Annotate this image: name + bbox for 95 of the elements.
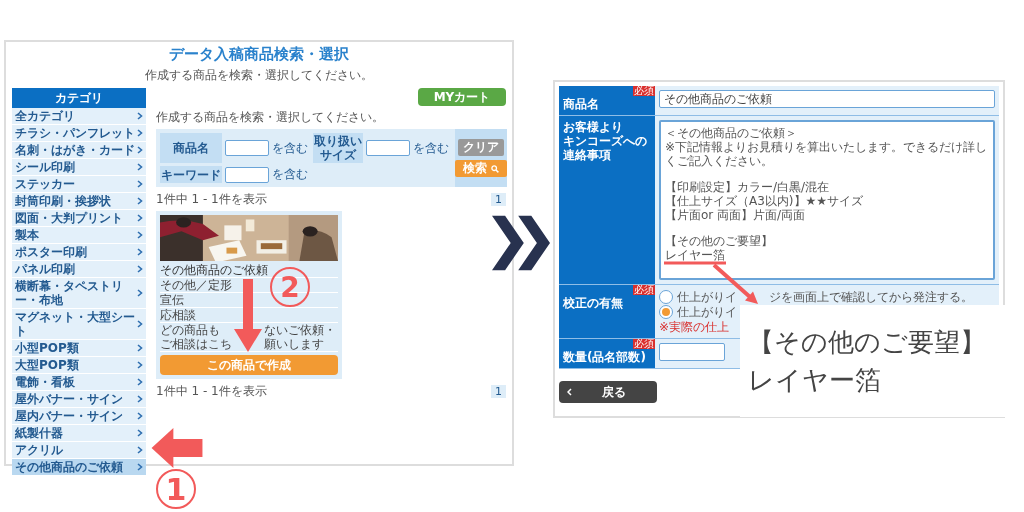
chevron-icon — [137, 248, 143, 256]
required-badge: 必須 — [633, 285, 655, 295]
label-text: 連絡事項 — [563, 148, 612, 162]
sidebar-item[interactable]: シール印刷 — [12, 159, 146, 176]
chevron-icon — [137, 265, 143, 273]
description-text: ないご依頼・ — [264, 323, 337, 337]
input-field[interactable] — [366, 140, 410, 156]
chevron-icon — [137, 214, 143, 222]
label-text: 商品名 — [563, 97, 600, 111]
result-count: 1件中 1 - 1件を表示 — [156, 191, 267, 208]
sidebar-item[interactable]: マグネット・大型シート — [12, 309, 146, 340]
sidebar-item[interactable]: その他商品のご依頼 — [12, 459, 146, 476]
radio-label: 仕上がりイ — [677, 290, 737, 304]
chevron-icon — [137, 112, 143, 120]
field-suffix: を含む — [272, 139, 309, 157]
sidebar-item[interactable]: アクリル — [12, 442, 146, 459]
chevron-icon — [137, 180, 143, 188]
description-text: どの商品も — [160, 323, 221, 337]
chevron-icon — [137, 344, 143, 352]
chevron-icon — [137, 446, 143, 454]
sidebar-item[interactable]: 紙製什器 — [12, 425, 146, 442]
label-text: お客様より — [563, 120, 624, 134]
sidebar-item[interactable]: 全カテゴリ — [12, 108, 146, 125]
chevron-icon — [137, 163, 143, 171]
sidebar-item[interactable]: ポスター印刷 — [12, 244, 146, 261]
label-text: 校正の有無 — [563, 296, 624, 310]
chevron-icon — [137, 412, 143, 420]
input-field[interactable]: その他商品のご依頼 — [659, 90, 995, 108]
radio-button[interactable] — [659, 290, 673, 304]
input-field[interactable] — [225, 140, 269, 156]
chevron-icon — [137, 463, 143, 471]
callout-text: レイヤー箔 — [748, 364, 882, 397]
sidebar-item[interactable]: 屋内バナー・サイン — [12, 408, 146, 425]
field-label: 商品名 — [160, 133, 222, 163]
message-line: 【仕上サイズ（A3以内)】★★サイズ — [665, 194, 865, 208]
chevron-icon — [137, 289, 143, 297]
label-text: 数量(品名部数) — [563, 350, 647, 364]
sidebar-item[interactable]: 封筒印刷・挨拶状 — [12, 193, 146, 210]
field-suffix: を含む — [413, 139, 450, 157]
chevron-icon — [137, 129, 143, 137]
down-arrow-icon — [234, 279, 262, 353]
sidebar-item[interactable]: 横断幕・タペストリー・布地 — [12, 278, 146, 309]
radio-label: ジを画面上で確認してから発注する。 — [769, 290, 973, 304]
sidebar-item[interactable]: ステッカー — [12, 176, 146, 193]
callout-text: 【その他のご要望】 — [748, 326, 987, 359]
sidebar-header: カテゴリ — [12, 88, 146, 108]
message-field[interactable]: ＜その他商品のご依頼＞ ※下記情報よりお見積りを算出いたします。できるだけ詳しくご記入ください。 【印刷設定】カラー/白黒/混在 【仕上サイズ（A3以内)】★★サイズ 【片面or 両面】片面/両面 【その他のご要望】 レイヤー箔 — [659, 120, 995, 280]
double-chevron-icon — [492, 214, 550, 272]
sidebar-item[interactable]: 屋外バナー・サイン — [12, 391, 146, 408]
label-text: キンコーズへの — [563, 134, 648, 148]
page-subtitle: 作成する商品を検索・選択してください。 — [145, 67, 373, 84]
message-line: ※下記情報よりお見積りを算出いたします。できるだけ詳しくご記入ください。 — [665, 140, 989, 168]
left-arrow-icon — [150, 428, 204, 468]
chevron-icon — [137, 429, 143, 437]
sidebar-item[interactable]: 図面・大判プリント — [12, 210, 146, 227]
sidebar-item[interactable]: 電飾・看板 — [12, 374, 146, 391]
required-badge: 必須 — [633, 86, 655, 96]
radio-label: 仕上がりイ — [677, 305, 737, 319]
search-icon — [491, 164, 499, 173]
chevron-icon — [137, 378, 143, 386]
chevron-icon — [137, 197, 143, 205]
sidebar-item[interactable]: パネル印刷 — [12, 261, 146, 278]
description-text: ご相談はこち — [160, 337, 233, 351]
input-field[interactable] — [225, 166, 269, 183]
field-label: 取り扱いサイズ — [313, 133, 363, 163]
message-line: 【その他のご要望】 — [665, 234, 774, 248]
radio-button[interactable] — [659, 305, 673, 319]
sidebar-item[interactable]: 小型POP類 — [12, 340, 146, 357]
message-line: レイヤー箔 — [665, 248, 726, 262]
page-title: データ入稿商品検索・選択 — [169, 45, 349, 64]
message-line: 【印刷設定】カラー/白黒/混在 — [665, 180, 831, 194]
result-count: 1件中 1 - 1件を表示 — [156, 383, 267, 400]
message-line: 【片面or 両面】片面/両面 — [665, 208, 807, 222]
chevron-icon — [137, 361, 143, 369]
chevron-icon — [567, 388, 572, 396]
sidebar-item[interactable]: 名刺・はがき・カード — [12, 142, 146, 159]
message-line: ＜その他商品のご依頼＞ — [665, 126, 798, 140]
chevron-icon — [137, 146, 143, 154]
required-badge: 必須 — [633, 339, 655, 349]
note-text: ※実際の仕上 — [659, 320, 730, 334]
description-text: 願いします — [264, 337, 325, 351]
field-label: キーワード — [160, 166, 222, 183]
chevron-icon — [137, 395, 143, 403]
sidebar-item[interactable]: 大型POP類 — [12, 357, 146, 374]
input-field[interactable] — [659, 343, 725, 361]
sidebar-item[interactable]: 製本 — [12, 227, 146, 244]
step-number: 1 — [156, 469, 196, 509]
page-number[interactable]: 1 — [491, 385, 506, 398]
chevron-icon — [137, 320, 143, 328]
instruction-text: 作成する商品を検索・選択してください。 — [156, 109, 385, 126]
page-number[interactable]: 1 — [491, 193, 506, 206]
field-suffix: を含む — [272, 166, 309, 183]
chevron-icon — [137, 231, 143, 239]
sidebar-item[interactable]: チラシ・パンフレット — [12, 125, 146, 142]
back-button[interactable]: 戻る — [559, 381, 657, 403]
